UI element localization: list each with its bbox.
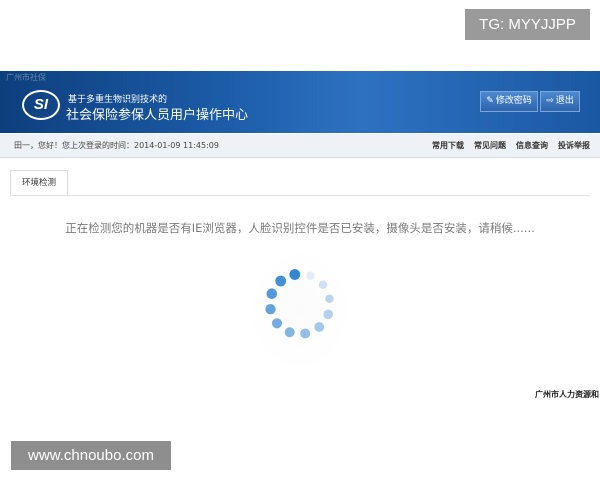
logout-button[interactable]: ⇨ 退出 (540, 91, 580, 112)
info-bar: 田一，您好！您上次登录的时间：2014-01-09 11:45:09 常用下载 … (0, 134, 600, 158)
spinner-dot (271, 318, 283, 329)
spinner-dot (323, 309, 333, 320)
top-links: 常用下载 常见问题 信息查询 投诉举报 (432, 140, 590, 151)
si-logo-icon: SI (22, 90, 60, 120)
watermark-bottom: www.chnoubo.com (11, 441, 171, 470)
spinner-dot (306, 271, 315, 280)
spinner-dot (314, 322, 325, 332)
change-password-label: 修改密码 (495, 96, 532, 106)
spinner-icon (265, 269, 334, 339)
detect-message: 正在检测您的机器是否有IE浏览器，人脸识别控件是否已安装，摄像头是否安装，请稍候… (65, 221, 535, 235)
link-downloads[interactable]: 常用下载 (432, 140, 464, 151)
tab-bar: 环境检测 (10, 170, 590, 196)
watermark-top: TG: MYYJJPP (465, 9, 590, 40)
spinner-dot (275, 275, 287, 287)
spinner-dot (289, 269, 301, 280)
loading-spinner (248, 248, 352, 372)
change-password-button[interactable]: ✎ 修改密码 (480, 91, 538, 112)
tab-environment-check[interactable]: 环境检测 (10, 170, 68, 195)
link-faq[interactable]: 常见问题 (474, 140, 506, 151)
spinner-dot (266, 288, 278, 299)
spinner-dot (318, 280, 328, 289)
spinner-dot (265, 304, 276, 315)
welcome-text: 田一，您好！您上次登录的时间：2014-01-09 11:45:09 (14, 141, 219, 150)
header-title: 社会保险参保人员用户操作中心 (66, 108, 249, 123)
spinner-dot (300, 328, 311, 339)
logout-icon: ⇨ (546, 96, 554, 106)
spinner-dot (325, 294, 334, 303)
logout-label: 退出 (555, 96, 574, 106)
footer-org-text: 广州市人力资源和 (535, 390, 599, 399)
link-info-query[interactable]: 信息查询 (516, 140, 548, 151)
link-complaint[interactable]: 投诉举报 (558, 140, 590, 151)
spinner-dot (284, 327, 295, 338)
banner-faint-text: 广州市社保 (6, 73, 46, 82)
edit-icon: ✎ (486, 96, 494, 106)
